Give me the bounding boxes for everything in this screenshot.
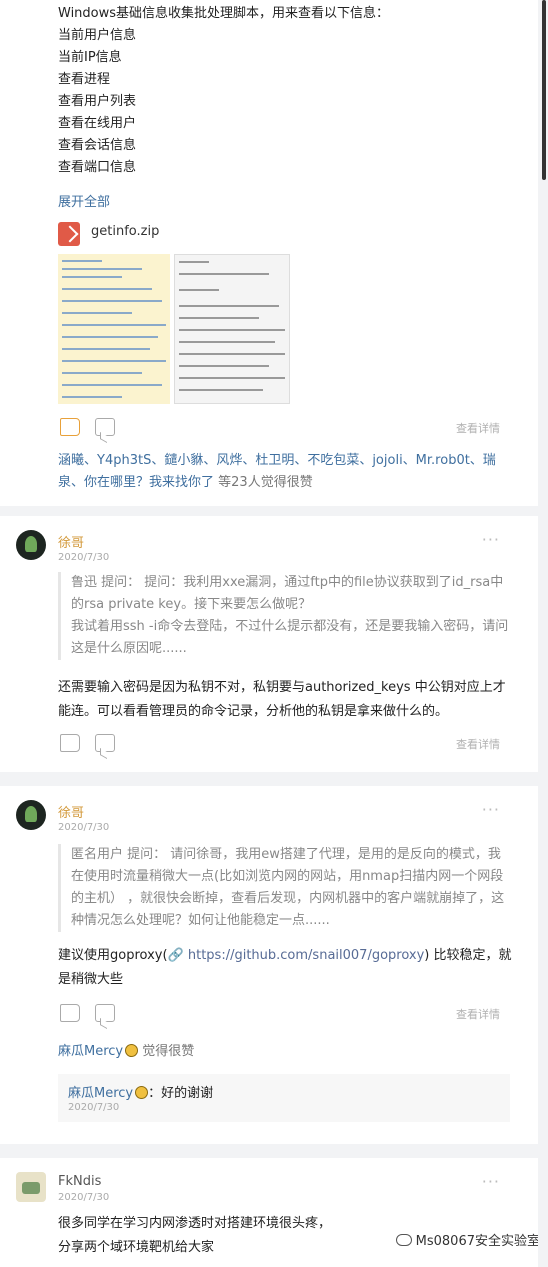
screenshot-thumbnail[interactable] <box>58 254 170 404</box>
post-line: 查看会话信息 <box>58 138 137 153</box>
sub-reply-author[interactable]: 麻瓜Mercy <box>68 1086 133 1101</box>
comment-username[interactable]: 徐哥 <box>58 532 84 551</box>
screenshot-thumbnail[interactable] <box>174 254 290 404</box>
emoji-icon <box>125 1044 139 1057</box>
quote-text: 我试着用ssh -i命令去登陆，不过什么提示都没有，还是要我输入密码，请问这是什… <box>71 619 509 656</box>
expand-all-link[interactable]: 展开全部 <box>58 192 110 214</box>
comment-date: 2020/7/30 <box>58 552 110 563</box>
comment-card: 徐哥 2020/7/30 ··· 鲁迅 提问： 提问：我利用xxe漏洞，通过ft… <box>0 516 538 772</box>
scrollbar[interactable] <box>538 0 548 1267</box>
comment-icon[interactable] <box>95 734 115 752</box>
post-card: Windows基础信息收集批处理脚本，用来查看以下信息： 当前用户信息 当前IP… <box>0 0 538 506</box>
watermark-text: Ms08067安全实验室 <box>415 1234 540 1249</box>
likers-list: 涵曦、Y4ph3tS、鑓小貅、风烨、杜卫明、不吃包菜、jojoli、Mr.rob… <box>58 450 518 494</box>
quote-text: 鲁迅 提问： 提问：我利用xxe漏洞，通过ftp中的file协议获取到了id_r… <box>71 575 504 612</box>
attachment-name[interactable]: getinfo.zip <box>91 224 159 239</box>
avatar[interactable] <box>16 1172 46 1202</box>
reply-prefix: 建议使用goproxy( <box>58 948 168 963</box>
watermark: Ms08067安全实验室 <box>391 1228 544 1251</box>
sub-reply-text: ：好的谢谢 <box>148 1086 214 1101</box>
emoji-icon <box>135 1086 149 1099</box>
post-line: 查看在线用户 <box>58 116 137 131</box>
link-icon: 🔗 <box>167 948 188 963</box>
liked-by-name[interactable]: 麻瓜Mercy <box>58 1044 123 1059</box>
like-icon[interactable] <box>60 1004 80 1022</box>
like-icon[interactable] <box>60 734 80 752</box>
post-line-title: Windows基础信息收集批处理脚本，用来查看以下信息： <box>58 6 390 21</box>
post-line: 查看进程 <box>58 72 111 87</box>
sub-reply-date: 2020/7/30 <box>68 1102 120 1113</box>
likers-count: 等23人觉得很赞 <box>214 475 313 490</box>
quoted-question: 鲁迅 提问： 提问：我利用xxe漏洞，通过ftp中的file协议获取到了id_r… <box>58 572 510 660</box>
post-line: 查看用户列表 <box>58 94 137 109</box>
more-options-button[interactable]: ··· <box>482 530 500 549</box>
wechat-icon <box>395 1234 412 1246</box>
comment-icon[interactable] <box>95 1004 115 1022</box>
view-details-link[interactable]: 查看详情 <box>456 420 500 436</box>
view-details-link[interactable]: 查看详情 <box>456 1006 500 1022</box>
comment-reply: 建议使用goproxy(🔗 https://github.com/snail00… <box>58 944 514 992</box>
comment-username[interactable]: FkNdis <box>58 1174 101 1189</box>
comment-icon[interactable] <box>95 418 115 436</box>
comment-reply: 还需要输入密码是因为私钥不对，私钥要与authorized_keys 中公钥对应… <box>58 680 506 719</box>
comment-date: 2020/7/30 <box>58 822 110 833</box>
sub-reply-body: 麻瓜Mercy ：好的谢谢 <box>68 1082 213 1101</box>
post-line: 当前IP信息 <box>58 50 122 65</box>
post-line: 当前用户信息 <box>58 28 137 43</box>
comment-card: 徐哥 2020/7/30 ··· 匿名用户 提问： 请问徐哥，我用ew搭建了代理… <box>0 786 538 1144</box>
post-line: 查看端口信息 <box>58 160 137 175</box>
reply-url-link[interactable]: https://github.com/snail007/goproxy <box>188 948 424 963</box>
scrollbar-thumb[interactable] <box>542 0 546 180</box>
liked-by-suffix: 觉得很赞 <box>138 1044 195 1059</box>
avatar[interactable] <box>16 800 46 830</box>
comment-date: 2020/7/30 <box>58 1192 110 1203</box>
zip-file-icon[interactable] <box>58 222 80 246</box>
avatar[interactable] <box>16 530 46 560</box>
more-options-button[interactable]: ··· <box>482 1172 500 1191</box>
liked-by: 麻瓜Mercy 觉得很赞 <box>58 1040 194 1059</box>
comment-username[interactable]: 徐哥 <box>58 802 84 821</box>
quoted-question: 匿名用户 提问： 请问徐哥，我用ew搭建了代理，是用的是反向的模式，我在使用时流… <box>58 844 510 932</box>
like-icon[interactable] <box>60 418 80 436</box>
view-details-link[interactable]: 查看详情 <box>456 736 500 752</box>
more-options-button[interactable]: ··· <box>482 800 500 819</box>
sub-reply: 麻瓜Mercy ：好的谢谢 2020/7/30 <box>58 1074 510 1122</box>
